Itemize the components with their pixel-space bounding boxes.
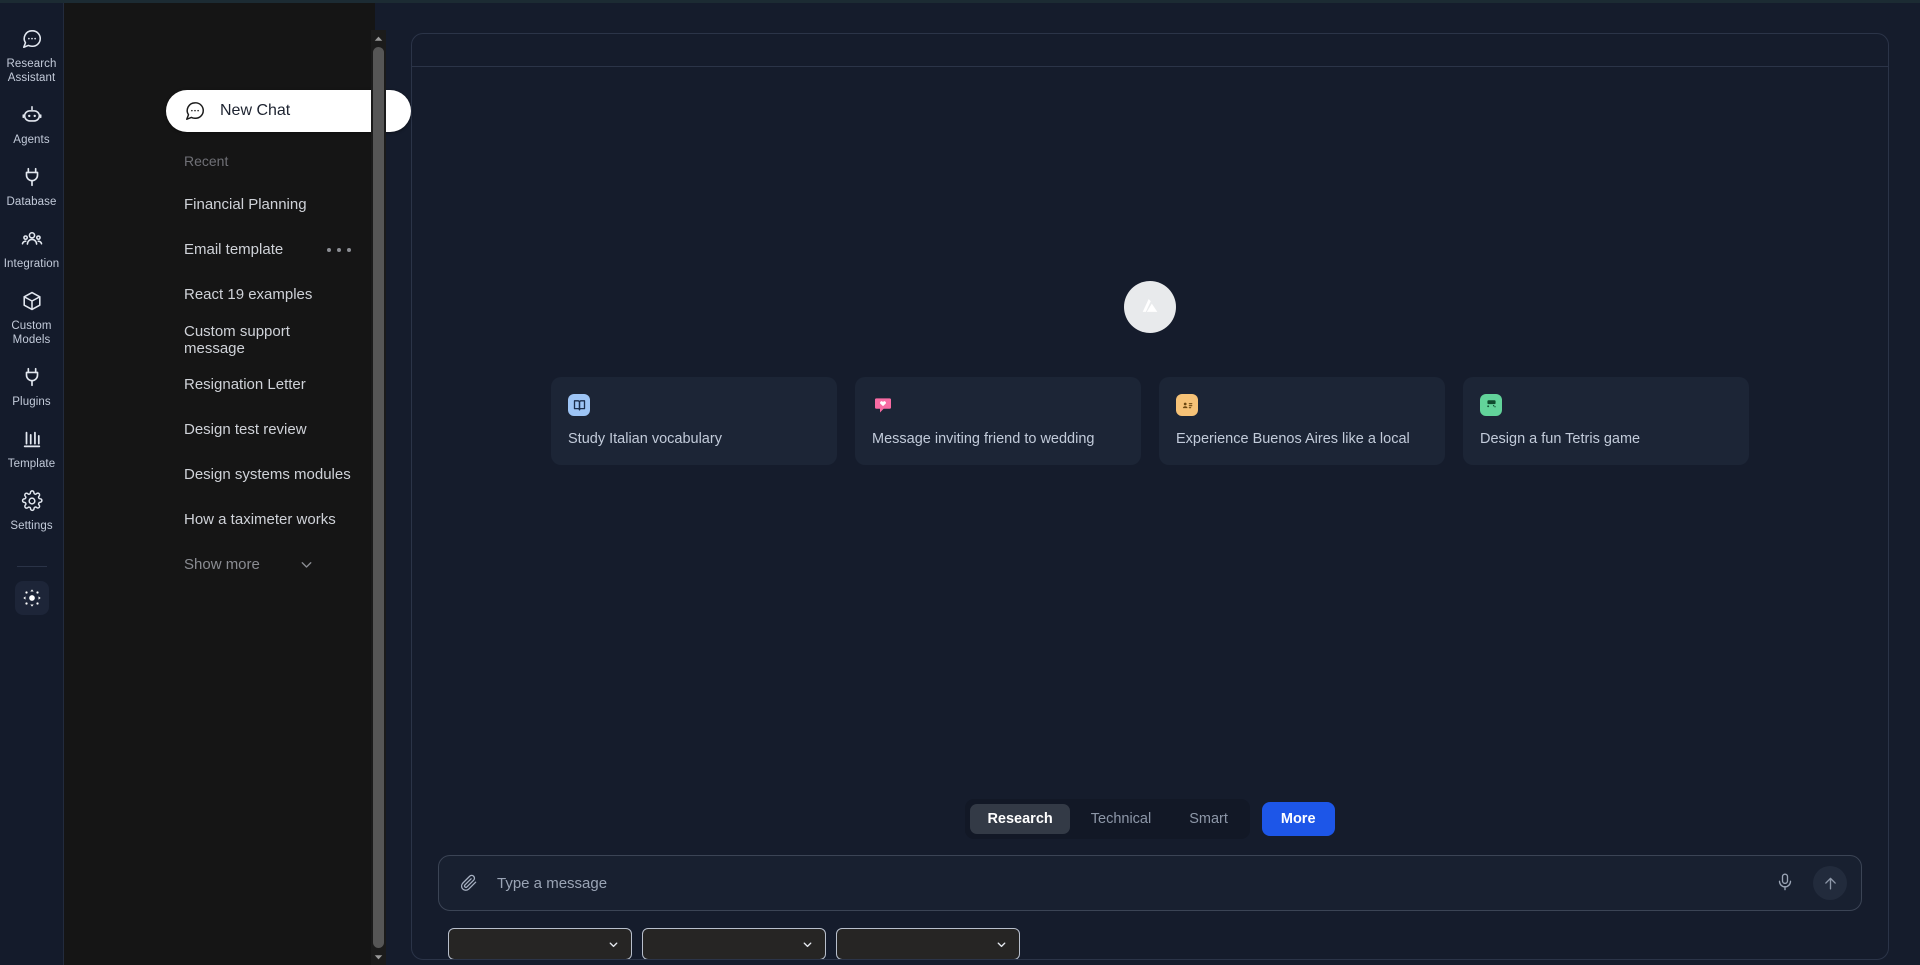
chat-bubble-dots-icon xyxy=(19,26,45,52)
list-item[interactable]: Financial Planning xyxy=(64,182,375,227)
chat-history-sidebar: New Chat Recent Financial Planning Email… xyxy=(64,0,411,965)
list-item[interactable]: Design systems modules xyxy=(64,452,375,497)
chat-history-label: How a taximeter works xyxy=(184,511,336,528)
dropdown-3[interactable] xyxy=(836,928,1020,959)
app-root: Research Assistant Agents Database Integ… xyxy=(0,0,1920,965)
rail-item-agents[interactable]: Agents xyxy=(0,102,64,147)
send-button[interactable] xyxy=(1813,866,1847,900)
rail-item-database[interactable]: Database xyxy=(0,164,64,209)
search-input message-input[interactable] xyxy=(497,874,1775,892)
list-item[interactable]: Design test review xyxy=(64,407,375,452)
panel-header-bar xyxy=(412,34,1888,67)
suggestion-cards: Study Italian vocabulary Message invitin… xyxy=(551,377,1749,465)
rail-label: Template xyxy=(7,458,56,470)
show-more-button[interactable]: Show more xyxy=(64,542,375,586)
rail-item-settings[interactable]: Settings xyxy=(0,488,64,533)
gear-icon xyxy=(19,488,45,514)
rail-label: Settings xyxy=(10,520,53,532)
game-console-icon xyxy=(1480,394,1502,416)
chevron-down-icon xyxy=(801,938,814,951)
chevron-down-icon xyxy=(607,938,620,951)
cube-icon xyxy=(19,288,45,314)
chat-history-label: Design systems modules xyxy=(184,466,351,483)
more-button[interactable]: More xyxy=(1261,802,1335,836)
contact-card-icon xyxy=(1176,394,1198,416)
suggestion-card-label: Experience Buenos Aires like a local xyxy=(1176,431,1410,447)
caret-up-icon[interactable] xyxy=(371,30,386,46)
chat-bubble-dots-icon xyxy=(184,100,206,122)
list-item[interactable]: How a taximeter works xyxy=(64,497,375,542)
theme-toggle-button[interactable] xyxy=(14,581,49,615)
main-area: Study Italian vocabulary Message invitin… xyxy=(375,0,1920,965)
mode-selector-row: Research Technical Smart More xyxy=(412,799,1888,839)
rail-label: Research Assistant xyxy=(6,58,57,84)
dropdown-2[interactable] xyxy=(642,928,826,959)
tab-smart[interactable]: Smart xyxy=(1172,804,1245,834)
mode-tab-group: Research Technical Smart xyxy=(965,799,1250,839)
tab-research[interactable]: Research xyxy=(970,804,1070,834)
chat-history-label: React 19 examples xyxy=(184,286,313,303)
empty-state-hero: Study Italian vocabulary Message invitin… xyxy=(412,67,1888,799)
rail-label: Integration xyxy=(3,258,60,270)
list-item[interactable]: Resignation Letter xyxy=(64,362,375,407)
sidebar-scrollbar[interactable] xyxy=(371,30,386,965)
dropdown-1[interactable] xyxy=(448,928,632,959)
triangle-a-logo-icon xyxy=(1135,292,1165,322)
plug-icon xyxy=(19,164,45,190)
composer-zone xyxy=(412,855,1888,911)
new-chat-label: New Chat xyxy=(220,102,291,119)
rail-item-plugins[interactable]: Plugins xyxy=(0,364,64,409)
list-item[interactable]: Email template xyxy=(64,227,375,272)
chat-item-more-icon[interactable] xyxy=(327,241,351,259)
suggestion-card-label: Message inviting friend to wedding xyxy=(872,431,1095,447)
chat-history-label: Design test review xyxy=(184,421,307,438)
rail-label: Database xyxy=(6,196,57,208)
suggestion-card-buenos-aires[interactable]: Experience Buenos Aires like a local xyxy=(1159,377,1445,465)
rail-item-custom-models[interactable]: Custom Models xyxy=(0,288,64,347)
list-item[interactable]: Custom support message xyxy=(64,317,375,362)
brand-logo xyxy=(1124,281,1176,333)
suggestion-card-study-italian[interactable]: Study Italian vocabulary xyxy=(551,377,837,465)
rail-item-template[interactable]: Template xyxy=(0,426,64,471)
chart-bars-icon xyxy=(19,426,45,452)
conversation-panel: Study Italian vocabulary Message invitin… xyxy=(411,33,1889,960)
rail-label: Plugins xyxy=(12,396,51,408)
rail-divider xyxy=(16,566,47,567)
book-icon xyxy=(568,394,590,416)
suggestion-card-label: Design a fun Tetris game xyxy=(1480,431,1641,447)
caret-down-icon[interactable] xyxy=(371,949,386,965)
primary-nav-rail: Research Assistant Agents Database Integ… xyxy=(0,0,64,965)
chat-history-list: Financial Planning Email template React … xyxy=(64,182,375,586)
paperclip-icon[interactable] xyxy=(459,873,479,893)
recent-section-header: Recent xyxy=(184,153,229,169)
arrow-up-icon xyxy=(1822,875,1839,892)
panel-body: Study Italian vocabulary Message invitin… xyxy=(412,67,1888,959)
heart-message-icon xyxy=(872,394,894,416)
tab-technical[interactable]: Technical xyxy=(1074,804,1168,834)
bottom-select-row xyxy=(412,911,1888,959)
suggestion-card-tetris-game[interactable]: Design a fun Tetris game xyxy=(1463,377,1749,465)
robot-icon xyxy=(19,102,45,128)
chat-history-label: Resignation Letter xyxy=(184,376,306,393)
window-top-edge xyxy=(0,0,1920,3)
chat-history-label: Financial Planning xyxy=(184,196,307,213)
list-item[interactable]: React 19 examples xyxy=(64,272,375,317)
message-composer[interactable] xyxy=(438,855,1862,911)
brightness-sun-icon xyxy=(22,588,42,608)
plug-icon xyxy=(19,364,45,390)
rail-label: Agents xyxy=(13,134,50,146)
users-icon xyxy=(19,226,45,252)
microphone-icon[interactable] xyxy=(1775,872,1797,894)
chat-history-label: Email template xyxy=(184,241,284,258)
show-more-label: Show more xyxy=(184,555,260,573)
chevron-down-icon xyxy=(298,556,315,573)
chat-history-label: Custom support message xyxy=(184,322,290,357)
rail-item-integration[interactable]: Integration xyxy=(0,226,64,271)
rail-label: Custom Models xyxy=(11,320,52,346)
suggestion-card-label: Study Italian vocabulary xyxy=(568,431,722,447)
suggestion-card-wedding-message[interactable]: Message inviting friend to wedding xyxy=(855,377,1141,465)
scrollbar-thumb[interactable] xyxy=(373,47,384,948)
rail-item-research-assistant[interactable]: Research Assistant xyxy=(0,26,64,85)
chevron-down-icon xyxy=(995,938,1008,951)
